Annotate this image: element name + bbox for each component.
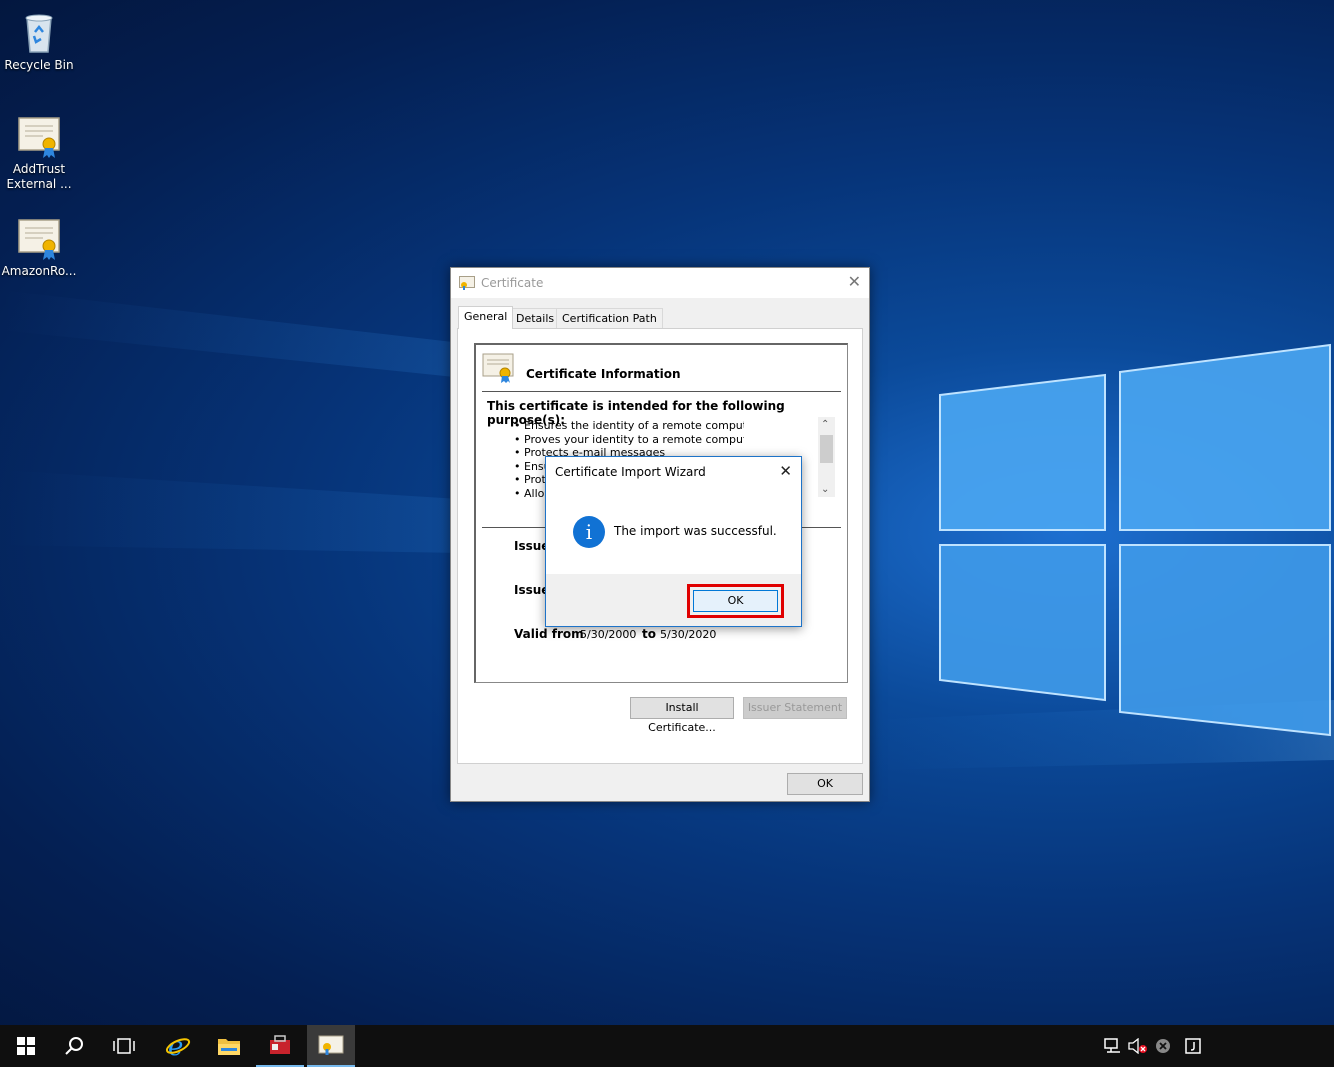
file-explorer-button[interactable] — [205, 1025, 253, 1067]
tab-details[interactable]: Details — [510, 308, 561, 328]
server-manager-button[interactable] — [256, 1025, 304, 1067]
tray-volume[interactable] — [1126, 1025, 1150, 1067]
tab-general[interactable]: General — [458, 306, 514, 329]
certificate-icon — [18, 117, 60, 158]
tab-certification-path[interactable]: Certification Path — [556, 308, 663, 328]
window-title: Certificate — [481, 276, 544, 290]
dialog-message: The import was successful. — [614, 524, 777, 538]
valid-from-label: Valid from — [514, 627, 584, 641]
scroll-up-icon[interactable]: ⌃ — [821, 419, 829, 430]
server-manager-icon — [270, 1035, 290, 1054]
desktop-icon-label: Recycle Bin — [4, 58, 74, 72]
desktop-icon-amazonroot[interactable]: AmazonRo... — [1, 214, 77, 279]
dialog-footer: OK — [546, 574, 801, 626]
internet-explorer-button[interactable]: e — [154, 1025, 202, 1067]
scroll-thumb[interactable] — [820, 435, 833, 463]
certificate-info-title: Certificate Information — [526, 367, 681, 381]
import-wizard-dialog: Certificate Import Wizard ✕ i The import… — [545, 456, 802, 627]
certificate-ok-button[interactable]: OK — [787, 773, 863, 795]
list-item: • Ensures the identity of a remote compu… — [514, 419, 744, 432]
desktop-icon-addtrust[interactable]: AddTrust External ... — [1, 112, 77, 192]
certificate-icon — [482, 353, 514, 383]
close-icon[interactable]: ✕ — [848, 272, 861, 291]
tray-error[interactable] — [1151, 1025, 1175, 1067]
info-icon: i — [573, 516, 605, 548]
certificate-taskbar-button[interactable] — [307, 1025, 355, 1067]
tray-notifications[interactable] — [1181, 1025, 1205, 1067]
task-view-button[interactable] — [100, 1025, 148, 1067]
ok-highlight-box: OK — [687, 584, 784, 618]
close-icon[interactable]: ✕ — [779, 462, 792, 480]
start-button[interactable] — [2, 1025, 50, 1067]
notification-icon — [1185, 1038, 1201, 1054]
internet-explorer-icon: e — [165, 1033, 191, 1059]
desktop-icon-recycle-bin[interactable]: Recycle Bin — [1, 8, 77, 73]
issuer-statement-button[interactable]: Issuer Statement — [743, 697, 847, 719]
volume-muted-icon — [1128, 1038, 1147, 1054]
desktop-icon-label-line1: AddTrust — [12, 162, 66, 176]
install-certificate-button[interactable]: Install Certificate... — [630, 697, 734, 734]
scroll-down-icon[interactable]: ⌄ — [821, 484, 829, 495]
tray-network[interactable] — [1101, 1025, 1125, 1067]
valid-to-value: 5/30/2020 — [660, 628, 717, 641]
desktop-icon-label-line2: External ... — [6, 177, 72, 191]
recycle-bin-icon — [25, 14, 53, 53]
valid-to-label: to — [642, 627, 656, 641]
certificate-titlebar[interactable]: Certificate ✕ — [451, 268, 869, 298]
certificate-icon — [459, 276, 475, 290]
list-item: • Proves your identity to a remote compu… — [514, 432, 744, 446]
dialog-title: Certificate Import Wizard — [555, 465, 706, 479]
certificate-app-icon — [318, 1035, 344, 1055]
purpose-scrollbar[interactable]: ⌃ ⌄ — [818, 417, 835, 497]
search-button[interactable] — [50, 1025, 98, 1067]
task-view-icon — [113, 1038, 135, 1054]
taskbar: e — [0, 1025, 1334, 1067]
certificate-icon — [18, 219, 60, 260]
file-explorer-icon — [218, 1039, 240, 1055]
start-icon — [17, 1037, 35, 1055]
desktop-icon-label: AmazonRo... — [1, 264, 77, 278]
search-icon — [65, 1037, 83, 1055]
desktop: { "desktop": { "icons": [ {"label": "Rec… — [0, 0, 1334, 1067]
error-icon — [1156, 1039, 1170, 1053]
valid-from-value: 5/30/2000 — [580, 628, 637, 641]
network-icon — [1104, 1038, 1120, 1053]
divider — [482, 391, 841, 392]
dialog-ok-button[interactable]: OK — [693, 590, 778, 612]
